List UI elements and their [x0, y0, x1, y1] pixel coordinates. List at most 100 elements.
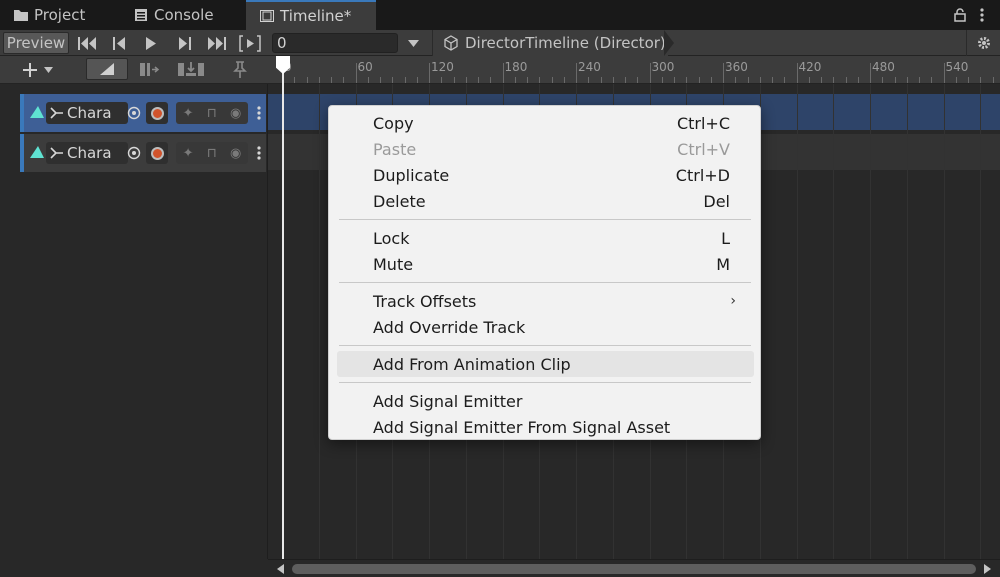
previous-frame-icon[interactable]: [113, 37, 127, 50]
ruler-tick: [539, 77, 541, 83]
menu-item-label: Add Signal Emitter: [373, 391, 523, 411]
ruler-tick: [833, 77, 835, 83]
clip-edit-mix-button[interactable]: [86, 58, 128, 80]
settings-button[interactable]: [966, 30, 1000, 56]
go-to-start-icon[interactable]: [78, 37, 98, 50]
track-state-buttons: ✦ ⊓ ◉: [176, 102, 248, 124]
track-menu-icon[interactable]: [256, 145, 262, 161]
ruler-tick: [441, 77, 443, 83]
ruler-tick: [931, 77, 933, 83]
ruler-tick: [894, 77, 896, 83]
menu-item-add-from-animation-clip[interactable]: Add From Animation Clip: [337, 351, 754, 377]
pin-icon[interactable]: [233, 61, 247, 78]
play-icon[interactable]: [145, 37, 157, 50]
menu-item-add-override-track[interactable]: Add Override Track: [337, 314, 754, 340]
ruler-tick: [465, 77, 467, 83]
ruler-tick: [772, 77, 773, 83]
horizontal-scrollbar[interactable]: [268, 559, 1000, 577]
plus-icon: [23, 63, 37, 77]
play-range-icon[interactable]: [239, 35, 261, 52]
grid-line: [906, 84, 908, 559]
track-menu-icon[interactable]: [256, 105, 262, 121]
ruler-tick: [857, 77, 859, 83]
grid-line: [318, 84, 320, 559]
ruler-tick: [404, 77, 406, 83]
go-to-end-icon[interactable]: [206, 37, 226, 50]
track-header[interactable]: Chara ✦ ⊓ ◉: [20, 134, 266, 172]
more-options-icon[interactable]: [979, 7, 985, 23]
record-icon: [150, 146, 164, 160]
menu-item-paste[interactable]: Paste Ctrl+V: [337, 136, 754, 162]
track-binding-field[interactable]: Chara: [46, 142, 128, 164]
pin-icon[interactable]: ✦: [183, 106, 194, 121]
pin-icon[interactable]: ✦: [183, 146, 194, 161]
ruler-tick: [796, 63, 798, 83]
menu-item-label: Delete: [373, 191, 426, 211]
lock-icon[interactable]: ⊓: [207, 146, 217, 161]
ruler-tick: [955, 77, 957, 83]
menu-item-label: Paste: [373, 139, 417, 159]
gear-icon: [977, 37, 990, 49]
scroll-left-icon[interactable]: [277, 564, 284, 574]
ruler-tick: [355, 63, 357, 83]
menu-item-add-signal-emitter[interactable]: Add Signal Emitter: [337, 388, 754, 414]
track-binding-field[interactable]: Chara: [46, 102, 128, 124]
editor-tab-bar: Project Console Timeline*: [0, 0, 1000, 30]
ruler-tick: [747, 77, 749, 83]
record-button[interactable]: [146, 102, 168, 124]
track-header[interactable]: Chara ✦ ⊓ ◉: [20, 94, 266, 132]
lock-icon[interactable]: ⊓: [207, 106, 217, 121]
menu-item-track-offsets[interactable]: Track Offsets ›: [337, 288, 754, 314]
eye-icon[interactable]: ◉: [230, 146, 241, 161]
eye-icon[interactable]: ◉: [230, 106, 241, 121]
menu-item-shortcut: Del: [703, 191, 730, 211]
ruler-tick: [821, 77, 822, 83]
ruler-tick: [306, 77, 308, 83]
add-track-button[interactable]: [22, 60, 64, 80]
breadcrumb[interactable]: DirectorTimeline (Director): [432, 30, 668, 56]
ruler-tick: [490, 77, 492, 83]
ruler-tick: [502, 63, 504, 83]
menu-item-delete[interactable]: Delete Del: [337, 188, 754, 214]
menu-item-label: Mute: [373, 254, 414, 274]
record-icon: [150, 106, 164, 120]
menu-item-mute[interactable]: Mute M: [337, 251, 754, 277]
menu-item-duplicate[interactable]: Duplicate Ctrl+D: [337, 162, 754, 188]
replace-mode-icon[interactable]: [178, 61, 204, 77]
tab-timeline[interactable]: Timeline*: [246, 0, 376, 30]
menu-item-add-signal-emitter-from-signal-asset[interactable]: Add Signal Emitter From Signal Asset: [337, 414, 754, 440]
tab-console[interactable]: Console: [120, 0, 246, 30]
menu-separator: [339, 282, 751, 283]
ruler-tick-label: 540: [945, 60, 969, 74]
ripple-mode-icon[interactable]: [140, 62, 160, 77]
ruler-tick: [612, 77, 614, 83]
scroll-right-icon[interactable]: [984, 564, 991, 574]
ruler-tick-label: 120: [431, 60, 454, 74]
ruler-tick: [551, 77, 553, 83]
time-ruler[interactable]: 060120180240300360420480540: [268, 56, 1000, 84]
ruler-tick: [527, 77, 528, 83]
menu-item-shortcut: Ctrl+C: [676, 113, 730, 133]
ruler-tick: [759, 77, 761, 83]
menu-item-shortcut: L: [721, 228, 730, 248]
preview-button[interactable]: Preview: [3, 32, 69, 54]
time-format-dropdown-icon[interactable]: [408, 40, 419, 47]
grid-line: [943, 84, 945, 559]
ruler-tick: [637, 77, 639, 83]
ruler-tick: [318, 77, 320, 83]
ruler-tick: [906, 77, 908, 83]
ruler-tick: [882, 77, 884, 83]
tab-project[interactable]: Project: [0, 0, 120, 30]
object-picker-icon[interactable]: [127, 146, 141, 160]
record-button[interactable]: [146, 142, 168, 164]
ruler-tick: [392, 77, 394, 83]
lock-icon[interactable]: [953, 8, 967, 22]
next-frame-icon[interactable]: [177, 37, 191, 50]
scrollbar-thumb[interactable]: [292, 564, 976, 574]
ruler-tick: [943, 63, 945, 83]
ruler-tick: [674, 77, 675, 83]
menu-item-copy[interactable]: Copy Ctrl+C: [337, 110, 754, 136]
current-frame-field[interactable]: 0: [272, 33, 398, 53]
menu-item-lock[interactable]: Lock L: [337, 225, 754, 251]
object-picker-icon[interactable]: [127, 106, 141, 120]
